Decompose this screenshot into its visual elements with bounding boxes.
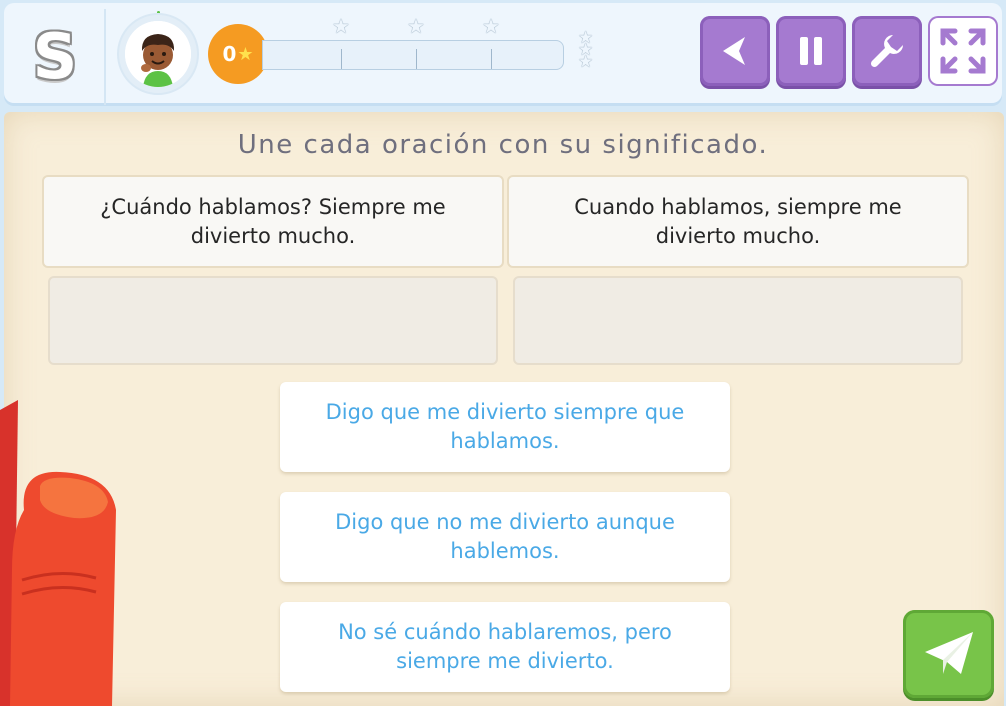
progress-tick — [341, 49, 342, 69]
progress-star-icon: ★ — [407, 14, 425, 38]
header-divider — [104, 9, 106, 105]
back-arrow-icon — [723, 37, 745, 65]
pointing-finger-icon — [0, 400, 116, 706]
settings-button[interactable] — [852, 16, 922, 86]
progress-tick — [416, 49, 417, 69]
avatar — [125, 21, 191, 87]
coin-counter: 0 ★ — [208, 24, 268, 84]
fullscreen-button[interactable] — [928, 16, 998, 86]
coin-star-icon: ★ — [237, 43, 254, 65]
wrench-icon — [870, 35, 903, 68]
progress-bar — [262, 40, 564, 70]
drop-slot-2[interactable] — [513, 276, 963, 365]
progress-tick — [491, 49, 492, 69]
kid-avatar-icon — [125, 21, 191, 87]
instruction-title: Une cada oración con su significado. — [237, 130, 769, 160]
target-sentence-2: Cuando hablamos, siempre me divierto muc… — [507, 175, 969, 268]
pause-button[interactable] — [776, 16, 846, 86]
paper-plane-icon — [924, 632, 973, 674]
back-button[interactable] — [700, 16, 770, 86]
progress-star-icon: ★ — [332, 14, 350, 38]
fullscreen-icon — [940, 28, 986, 74]
option-card-1[interactable]: Digo que me divierto siempre que hablamo… — [280, 382, 730, 472]
progress-star-icon: ★ — [482, 14, 500, 38]
stacked-star-icon: ★ — [578, 52, 594, 72]
option-card-2[interactable]: Digo que no me divierto aunque hablemos. — [280, 492, 730, 582]
target-sentence-1: ¿Cuándo hablamos? Siempre me divierto mu… — [42, 175, 504, 268]
drop-slot-1[interactable] — [48, 276, 498, 365]
logo-letter: S — [32, 20, 78, 93]
app-logo: S — [24, 21, 86, 93]
pause-icon — [800, 37, 822, 65]
send-button[interactable] — [903, 610, 994, 698]
option-card-3[interactable]: No sé cuándo hablaremos, pero siempre me… — [280, 602, 730, 692]
coin-count: 0 — [222, 42, 237, 66]
avatar-frame — [117, 13, 199, 95]
